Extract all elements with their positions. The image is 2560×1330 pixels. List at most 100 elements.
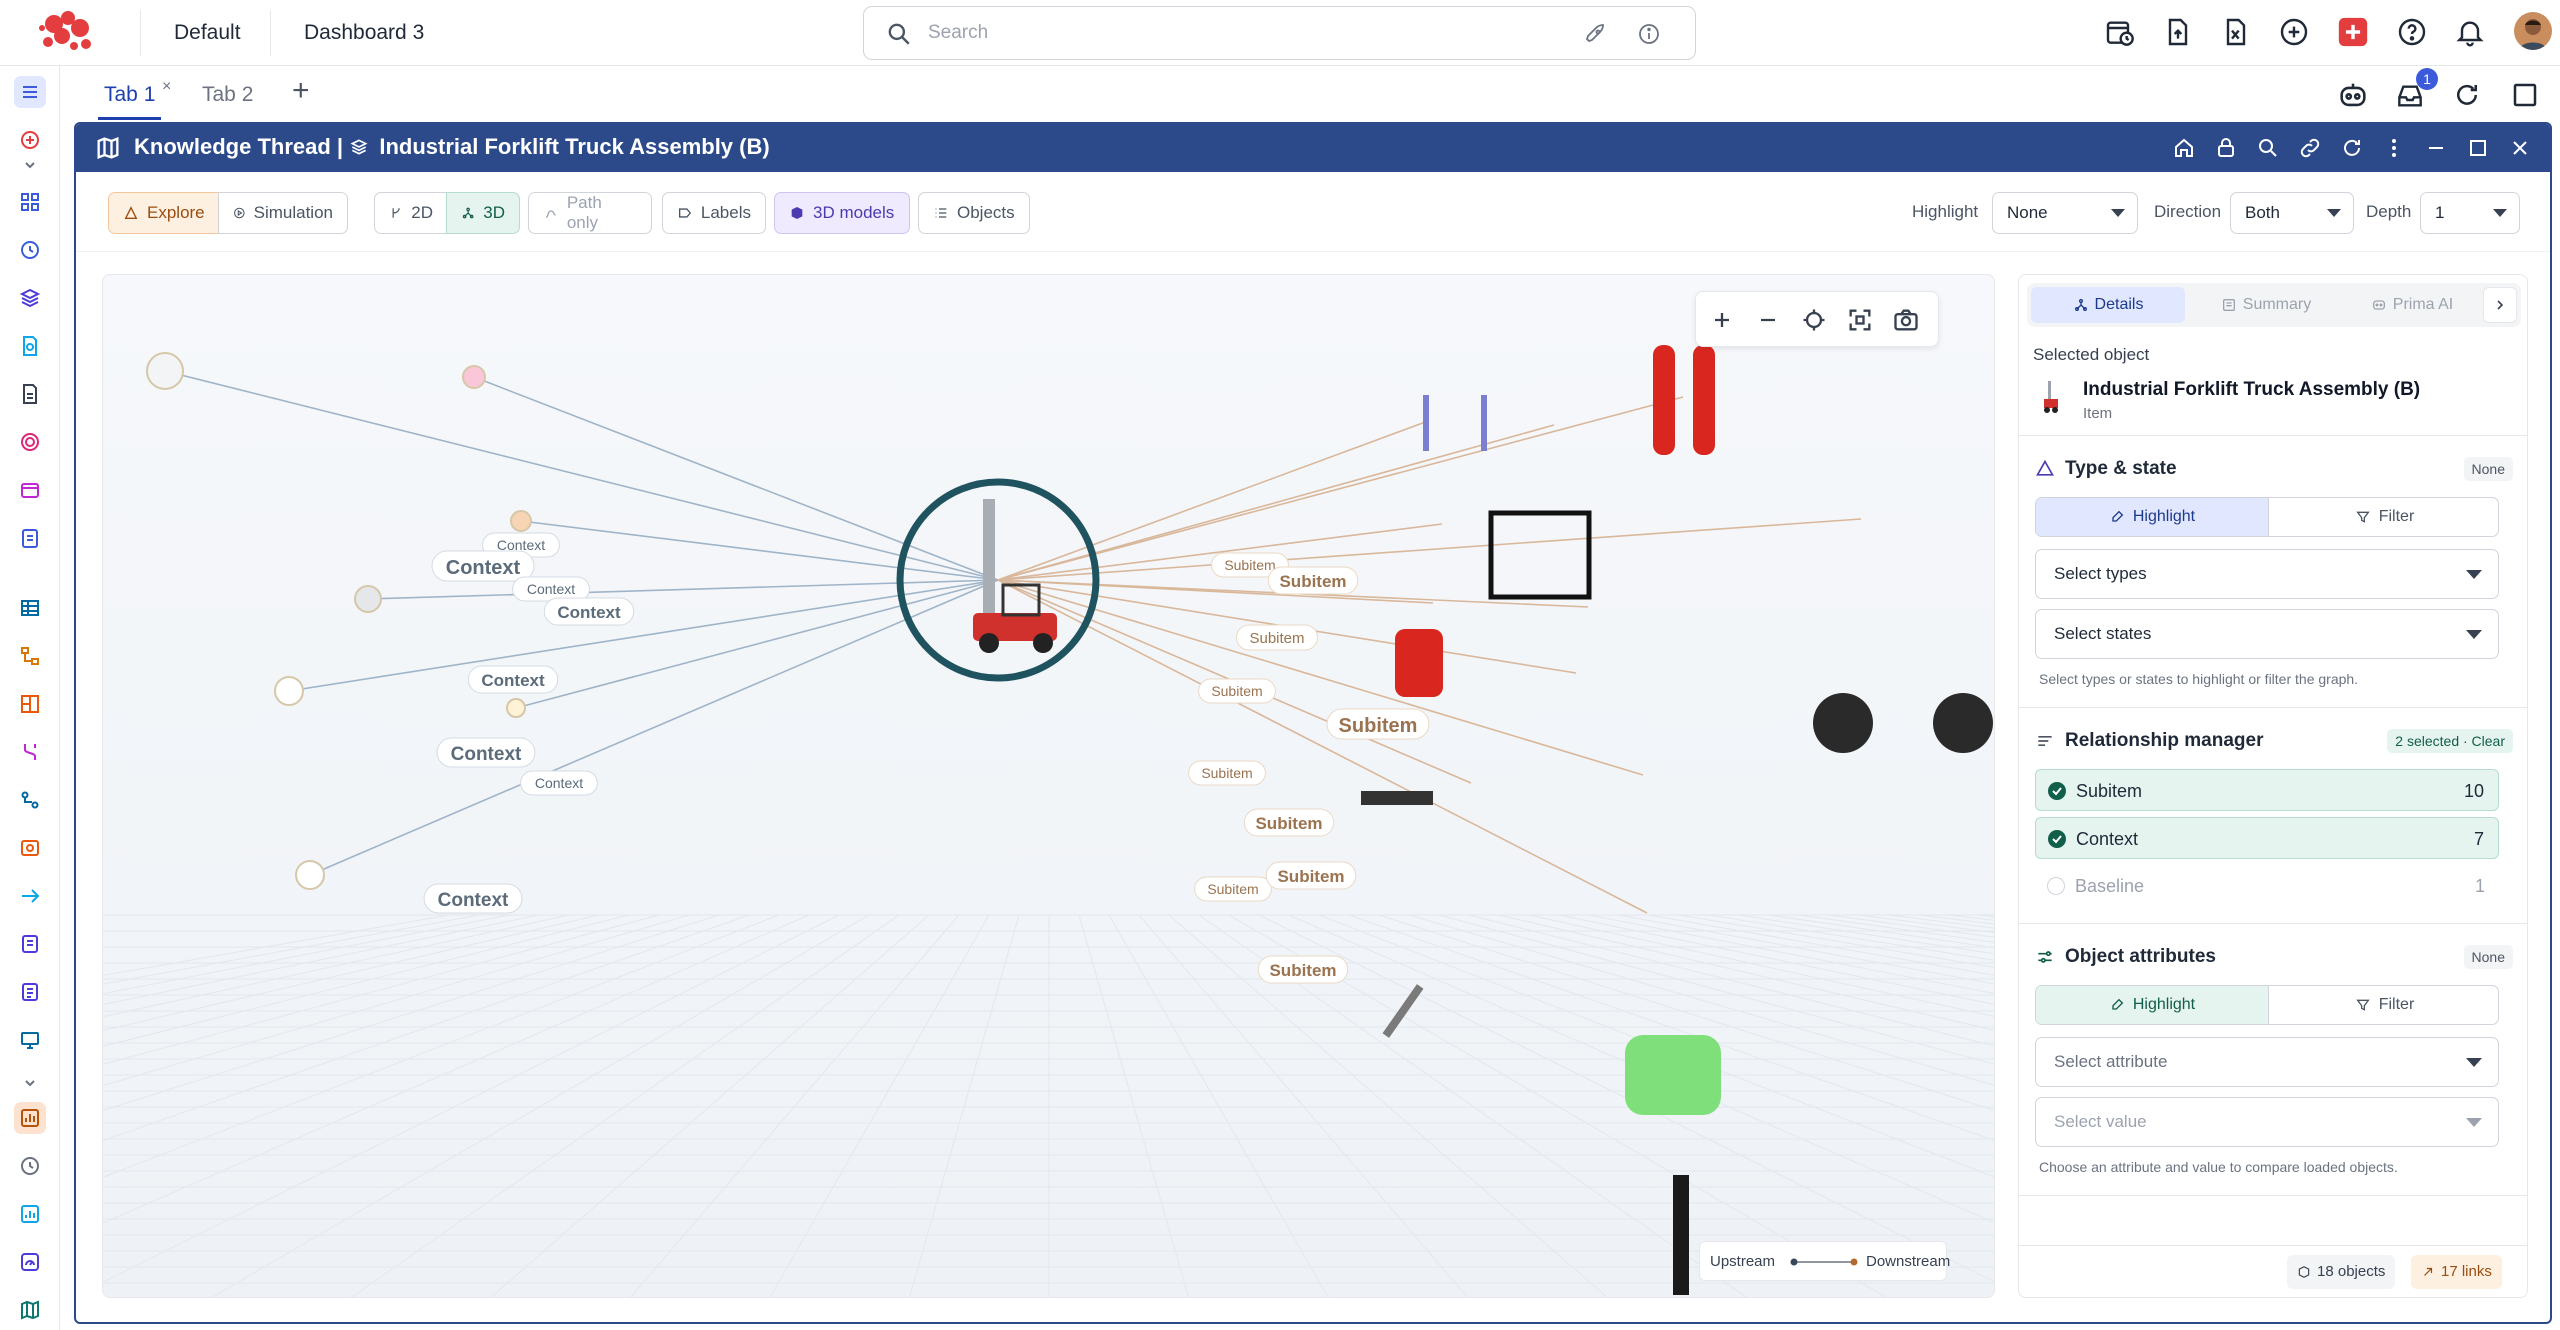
notes-icon[interactable] <box>14 928 46 960</box>
context-edge-label: Context <box>438 890 509 911</box>
simulation-button[interactable]: Simulation <box>218 192 348 234</box>
dashboard-name[interactable]: Dashboard 3 <box>304 14 424 52</box>
view-3d-button[interactable]: 3D <box>446 192 520 234</box>
excel-icon[interactable] <box>2220 16 2252 48</box>
type-state-help: Select types or states to highlight or f… <box>2039 671 2359 687</box>
explore-button[interactable]: Explore <box>108 192 220 234</box>
tab-details[interactable]: Details <box>2031 287 2185 323</box>
avatar[interactable] <box>2514 12 2552 50</box>
graph-canvas[interactable]: Context Context Context Context Context Conte… <box>102 274 1995 1298</box>
panel-next-button[interactable] <box>2483 287 2517 323</box>
direction-select[interactable]: Both <box>2230 192 2354 234</box>
collapse-chevron-icon[interactable] <box>14 158 46 174</box>
recent-icon[interactable] <box>14 1150 46 1182</box>
minimize-icon[interactable] <box>2424 136 2448 160</box>
home-icon[interactable] <box>2172 136 2196 160</box>
board-icon[interactable] <box>14 688 46 720</box>
view-2d-button[interactable]: 2D <box>374 192 448 234</box>
lock-icon[interactable] <box>2214 136 2238 160</box>
menu-icon[interactable] <box>14 76 46 108</box>
grid-icon[interactable] <box>14 186 46 218</box>
media-icon[interactable] <box>14 832 46 864</box>
info-icon[interactable] <box>1637 22 1661 46</box>
attribute-highlight-button[interactable]: Highlight <box>2036 986 2268 1024</box>
tab-summary[interactable]: Summary <box>2189 287 2343 323</box>
zoom-in-icon[interactable] <box>1708 306 1736 334</box>
select-states-dropdown[interactable]: Select states <box>2035 609 2499 659</box>
add-circle-icon[interactable] <box>2278 16 2310 48</box>
select-value-dropdown[interactable]: Select value <box>2035 1097 2499 1147</box>
tab-close-icon[interactable]: × <box>162 72 171 102</box>
fullscreen-icon[interactable] <box>2510 80 2540 110</box>
type-filter-button[interactable]: Filter <box>2268 498 2498 536</box>
relationship-row-context[interactable]: Context 7 <box>2035 817 2499 859</box>
merge-icon[interactable] <box>14 880 46 912</box>
select-value-label: Select value <box>2054 1112 2147 1131</box>
list-icon[interactable] <box>14 976 46 1008</box>
labels-button[interactable]: Labels <box>662 192 766 234</box>
file-icon[interactable] <box>14 378 46 410</box>
checklist-icon[interactable] <box>14 522 46 554</box>
checked-icon <box>2048 830 2066 848</box>
relationship-badge[interactable]: 2 selected · Clear <box>2387 729 2513 753</box>
history-icon[interactable] <box>14 234 46 266</box>
search-icon[interactable] <box>2256 136 2280 160</box>
close-icon[interactable] <box>2508 136 2532 160</box>
camera-icon[interactable] <box>1892 306 1920 334</box>
maximize-icon[interactable] <box>2466 136 2490 160</box>
workspace-org[interactable]: Default <box>174 14 241 52</box>
relationship-row-subitem[interactable]: Subitem 10 <box>2035 769 2499 811</box>
context-node <box>354 585 382 613</box>
gauge-icon[interactable] <box>14 1246 46 1278</box>
attribute-filter-button[interactable]: Filter <box>2268 986 2498 1024</box>
monitor-icon[interactable] <box>14 1024 46 1056</box>
network-icon <box>2074 299 2087 311</box>
app-logo[interactable] <box>36 8 100 58</box>
add-item-icon[interactable] <box>14 124 46 156</box>
chart-active-icon[interactable] <box>14 1102 46 1134</box>
select-types-dropdown[interactable]: Select types <box>2035 549 2499 599</box>
tab-details-label: Details <box>2094 296 2144 313</box>
bell-icon[interactable] <box>2454 16 2486 48</box>
tree-icon[interactable] <box>14 640 46 672</box>
objects-button[interactable]: Objects <box>918 192 1030 234</box>
search-input[interactable] <box>928 19 1528 47</box>
expand-chevron-icon[interactable] <box>14 1076 46 1092</box>
package-icon[interactable] <box>14 474 46 506</box>
tab-prima-ai[interactable]: Prima AI <box>2347 287 2477 323</box>
zoom-out-icon[interactable] <box>1754 306 1782 334</box>
target-icon[interactable] <box>14 426 46 458</box>
crosshair-icon[interactable] <box>1800 306 1828 334</box>
workflow-icon[interactable] <box>14 784 46 816</box>
rocket-icon[interactable] <box>1584 22 1608 46</box>
fit-view-icon[interactable] <box>1846 306 1874 334</box>
refresh-icon[interactable] <box>2452 80 2482 110</box>
direction-value: Both <box>2245 203 2280 222</box>
search-box[interactable] <box>863 6 1696 60</box>
bar-chart-icon[interactable] <box>14 1198 46 1230</box>
document-search-icon[interactable] <box>14 330 46 362</box>
select-attribute-dropdown[interactable]: Select attribute <box>2035 1037 2499 1087</box>
highlight-select[interactable]: None <box>1992 192 2138 234</box>
tab-2[interactable]: Tab 2 <box>196 80 259 120</box>
tab-1[interactable]: Tab 1 × <box>98 78 171 120</box>
path-only-button[interactable]: Path only <box>528 192 652 234</box>
table-icon[interactable] <box>14 592 46 624</box>
add-tab-button[interactable]: + <box>292 74 310 108</box>
reload-icon[interactable] <box>2340 136 2364 160</box>
link-icon[interactable] <box>2298 136 2322 160</box>
type-highlight-button[interactable]: Highlight <box>2036 498 2268 536</box>
help-icon[interactable] <box>2396 16 2428 48</box>
map-icon[interactable] <box>14 1294 46 1326</box>
branch-icon[interactable] <box>14 736 46 768</box>
robot-icon[interactable] <box>2336 78 2370 112</box>
depth-select[interactable]: 1 <box>2420 192 2520 234</box>
models-3d-button[interactable]: 3D models <box>774 192 910 234</box>
selected-object-name[interactable]: Industrial Forklift Truck Assembly (B) <box>2083 379 2420 401</box>
calendar-report-icon[interactable] <box>2104 16 2136 48</box>
more-icon[interactable] <box>2382 136 2406 160</box>
create-new-icon[interactable] <box>2336 15 2370 49</box>
layers-icon[interactable] <box>14 282 46 314</box>
file-upload-icon[interactable] <box>2162 16 2194 48</box>
relationship-row-baseline[interactable]: Baseline 1 <box>2035 865 2499 907</box>
